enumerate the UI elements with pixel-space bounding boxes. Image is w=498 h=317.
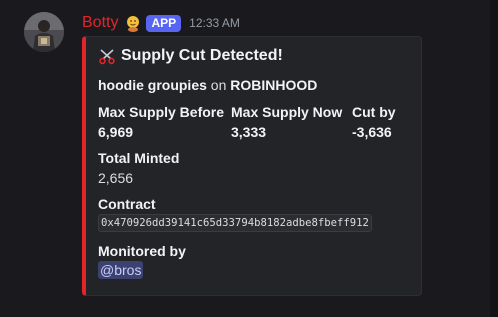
- scissors-icon: [98, 47, 116, 65]
- chat-view: Botty APP 12:33 AM Supply Cut Detected! …: [0, 0, 498, 317]
- emoji-badge-icon: [124, 14, 142, 32]
- field-value-max-supply-before: 6,969: [98, 124, 134, 140]
- field-value-cut-by: -3,636: [352, 124, 392, 140]
- author-name[interactable]: Botty: [82, 14, 118, 32]
- field-name-monitored-by: Monitored by: [98, 243, 186, 259]
- field-value-max-supply-now: 3,333: [231, 124, 267, 140]
- field-name-cut-by: Cut by: [352, 104, 396, 120]
- contract-address-code[interactable]: 0x470926dd39141c65d33794b8182adbe8fbeff9…: [98, 214, 372, 232]
- author-avatar[interactable]: [24, 12, 64, 52]
- field-name-max-supply-now: Max Supply Now: [231, 104, 343, 120]
- embed-card: Supply Cut Detected! hoodie groupies on …: [82, 36, 422, 296]
- user-avatar-icon: [24, 12, 64, 52]
- message-header: Botty APP 12:33 AM: [82, 12, 240, 34]
- message-timestamp[interactable]: 12:33 AM: [189, 16, 240, 30]
- description-connector: on: [210, 77, 227, 93]
- field-value-total-minted: 2,656: [98, 170, 134, 186]
- app-badge: APP: [146, 14, 182, 32]
- user-mention[interactable]: @bros: [98, 261, 144, 279]
- collection-name: hoodie groupies: [98, 77, 207, 93]
- embed-title: Supply Cut Detected!: [98, 47, 283, 65]
- embed-description: hoodie groupies on ROBINHOOD: [98, 77, 317, 93]
- field-name-total-minted: Total Minted: [98, 150, 180, 166]
- field-name-max-supply-before: Max Supply Before: [98, 104, 225, 120]
- field-name-contract: Contract: [98, 196, 156, 212]
- embed-title-text: Supply Cut Detected!: [121, 47, 283, 64]
- scrollbar-track[interactable]: [490, 0, 498, 317]
- marketplace-name: ROBINHOOD: [230, 77, 318, 93]
